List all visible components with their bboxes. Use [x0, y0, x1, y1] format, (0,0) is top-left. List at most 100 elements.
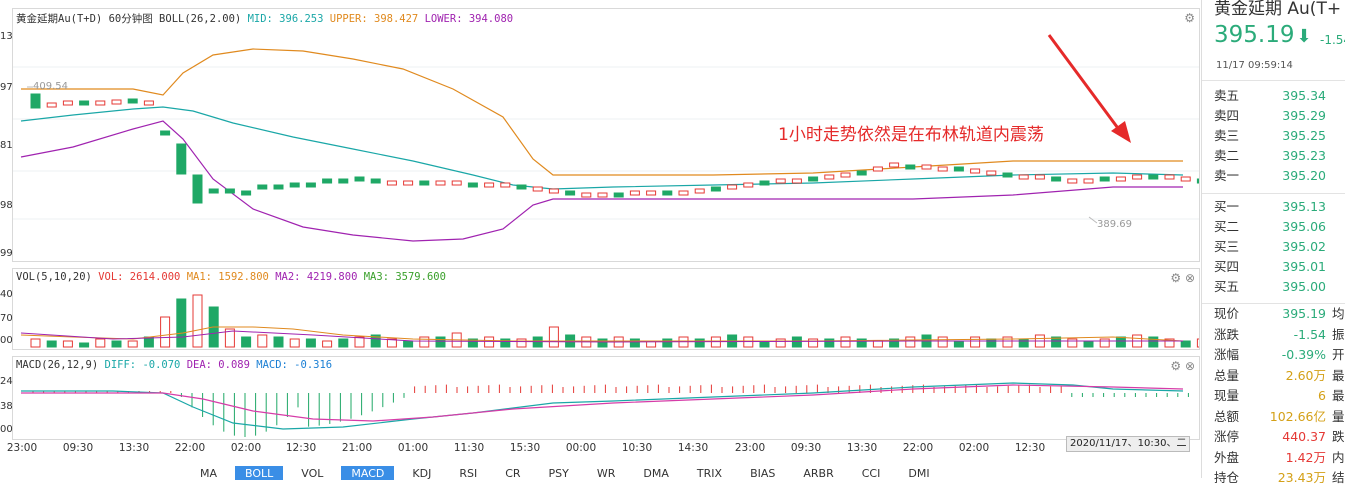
candlestick — [1148, 174, 1159, 180]
bid-value: 395.01 — [1282, 259, 1326, 274]
volume-bar — [484, 336, 495, 348]
low-price-label: 389.69 — [1097, 219, 1132, 230]
y-label: 98 — [0, 200, 13, 211]
x-axis-tick: 12:30 — [1014, 442, 1046, 454]
x-axis-tick: 01:00 — [397, 442, 429, 454]
candlestick — [30, 93, 41, 109]
candlestick — [629, 190, 640, 196]
candlestick — [160, 130, 171, 136]
candlestick — [273, 184, 284, 190]
x-axis-tick: 22:00 — [174, 442, 206, 454]
candlestick — [856, 170, 867, 176]
y-label: 24 — [0, 376, 13, 387]
volume-bar — [1115, 336, 1126, 348]
candlestick — [565, 190, 576, 196]
candlestick — [127, 98, 138, 104]
chart-area[interactable]: 黄金延期Au(T+D) 60分钟图 BOLL(26,2.00) MID: 396… — [0, 0, 1200, 480]
ask-label: 卖一 — [1214, 168, 1240, 183]
candlestick — [953, 166, 964, 172]
stat-extra: 跌 — [1332, 429, 1345, 444]
candlestick — [1083, 178, 1094, 184]
stat-value: 102.66亿 — [1269, 408, 1326, 424]
volume-pane[interactable]: VOL(5,10,20) VOL: 2614.000 MA1: 1592.800… — [12, 268, 1200, 350]
bid-value: 395.00 — [1282, 279, 1326, 294]
candlestick — [921, 164, 932, 170]
bid-label: 买四 — [1214, 259, 1240, 274]
stat-row: 外盘 1.42万内 — [1214, 448, 1345, 468]
macd-svg — [21, 382, 1189, 437]
volume-bar — [791, 336, 802, 348]
volume-bar — [694, 338, 705, 348]
stat-label: 涨停 — [1214, 429, 1240, 444]
y-label: 40 — [0, 289, 13, 300]
candlestick — [662, 190, 673, 196]
red-arrow-annotation — [1047, 34, 1131, 143]
candlestick — [597, 192, 608, 198]
volume-bar — [419, 336, 430, 348]
volume-bar — [986, 338, 997, 348]
bid-label: 买一 — [1214, 199, 1240, 214]
quote-timestamp: 11/17 09:59:14 — [1216, 60, 1293, 71]
ask-label: 卖二 — [1214, 148, 1240, 163]
volume-bar — [937, 336, 948, 348]
bid-row: 买一 395.13 — [1214, 197, 1345, 217]
volume-bar — [1099, 338, 1110, 348]
ask-row: 卖五 395.34 — [1214, 86, 1345, 106]
stat-label: 总额 — [1214, 408, 1240, 424]
stat-extra: 结 — [1332, 470, 1345, 485]
candlestick — [322, 178, 333, 184]
candlestick — [840, 172, 851, 178]
ask-value: 395.34 — [1282, 88, 1326, 103]
volume-bar — [241, 336, 252, 348]
macd-histogram — [32, 384, 1189, 437]
stat-row: 总量 2.60万最 — [1214, 366, 1345, 386]
candlestick — [727, 184, 738, 190]
volume-bar — [160, 316, 171, 348]
candlestick — [775, 178, 786, 184]
volume-bar — [1148, 336, 1159, 348]
stat-extra: 内 — [1332, 449, 1345, 465]
volume-bar — [1180, 340, 1191, 348]
candlestick — [613, 192, 624, 198]
macd-pane[interactable]: MACD(26,12,9) DIFF: -0.070 DEA: 0.089 MA… — [12, 356, 1200, 440]
candlestick — [516, 184, 527, 190]
y-label: 97 — [0, 82, 13, 93]
candlestick — [1002, 172, 1013, 178]
volume-bar — [872, 340, 883, 348]
stat-value: -1.54 — [1293, 326, 1326, 342]
candlestick — [435, 180, 446, 186]
stat-row: 总额 102.66亿量 — [1214, 407, 1345, 427]
stat-label: 涨幅 — [1214, 347, 1240, 362]
candlestick — [824, 174, 835, 180]
volume-bar — [403, 340, 414, 348]
x-axis-tick: 09:30 — [790, 442, 822, 454]
stat-value: 23.43万 — [1277, 470, 1326, 485]
volume-bar — [192, 294, 203, 348]
x-axis-tick: 15:30 — [509, 442, 541, 454]
candlestick — [46, 102, 57, 108]
volume-bar — [629, 338, 640, 348]
candlestick — [1067, 178, 1078, 184]
ask-label: 卖四 — [1214, 108, 1240, 123]
candlestick — [386, 180, 397, 186]
volume-bar — [824, 338, 835, 348]
x-axis-tick: 22:00 — [902, 442, 934, 454]
bid-row: 买三 395.02 — [1214, 237, 1345, 257]
candlestick — [905, 164, 916, 170]
volume-bar — [127, 340, 138, 348]
candlestick — [241, 190, 252, 196]
stat-value: 2.60万 — [1285, 367, 1326, 383]
x-axis-tick: 09:30 — [62, 442, 94, 454]
stat-label: 外盘 — [1214, 449, 1240, 465]
candlestick — [403, 180, 414, 186]
candlestick — [500, 182, 511, 188]
quote-symbol-name: 黄金延期 Au(T+ — [1214, 0, 1342, 19]
candlestick — [111, 99, 122, 105]
candlestick — [354, 176, 365, 182]
volume-bar — [111, 340, 122, 348]
bid-row: 买五 395.00 — [1214, 277, 1345, 297]
y-label: 81 — [0, 140, 13, 151]
y-label: 38 — [0, 401, 13, 412]
stat-row: 持仓 23.43万结 — [1214, 468, 1345, 488]
volume-bar — [257, 334, 268, 348]
